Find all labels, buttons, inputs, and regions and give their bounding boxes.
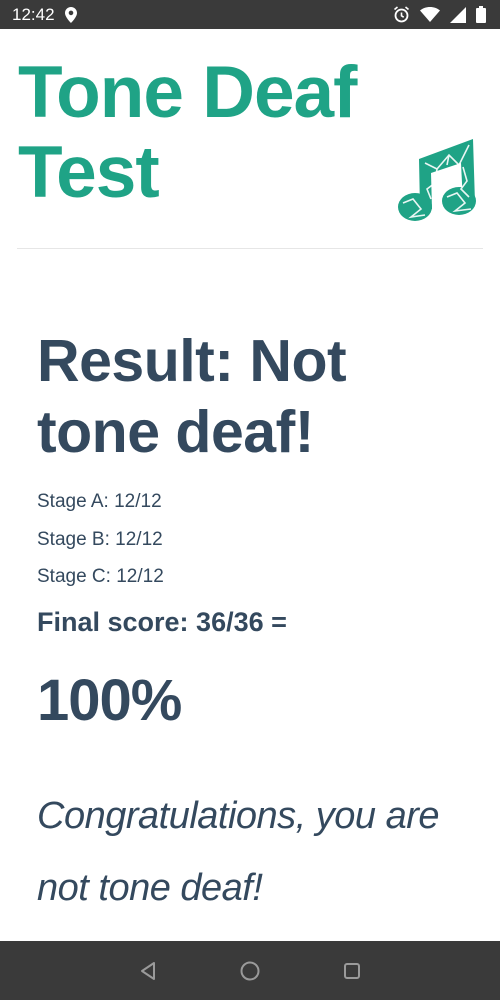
result-heading: Result: Not tone deaf!: [37, 328, 347, 465]
status-bar: 12:42: [0, 0, 500, 29]
signal-icon: [450, 6, 466, 23]
recents-icon[interactable]: [338, 957, 366, 985]
app-header: Tone Deaf Test: [0, 29, 500, 251]
score-percent: 100%: [37, 668, 182, 733]
final-score: Final score: 36/36 =: [37, 607, 287, 637]
battery-icon: [476, 6, 486, 23]
wifi-icon: [420, 7, 440, 22]
stage-a-score: Stage A: 12/12: [37, 491, 162, 512]
congratulations-message: Congratulations, you are not tone deaf!: [37, 795, 440, 909]
alarm-icon: [393, 6, 410, 23]
navigation-bar: [0, 941, 500, 1000]
stage-c-score: Stage C: 12/12: [37, 566, 164, 587]
status-bar-left: 12:42: [12, 5, 77, 25]
stage-b-score: Stage B: 12/12: [37, 529, 163, 550]
music-note-icon: [397, 137, 477, 223]
back-icon[interactable]: [134, 957, 162, 985]
location-icon: [64, 6, 77, 23]
home-icon[interactable]: [236, 957, 264, 985]
page-title: Tone Deaf Test: [18, 52, 357, 213]
status-bar-right: [393, 6, 486, 23]
header-divider: [17, 248, 483, 249]
status-time: 12:42: [12, 4, 55, 24]
